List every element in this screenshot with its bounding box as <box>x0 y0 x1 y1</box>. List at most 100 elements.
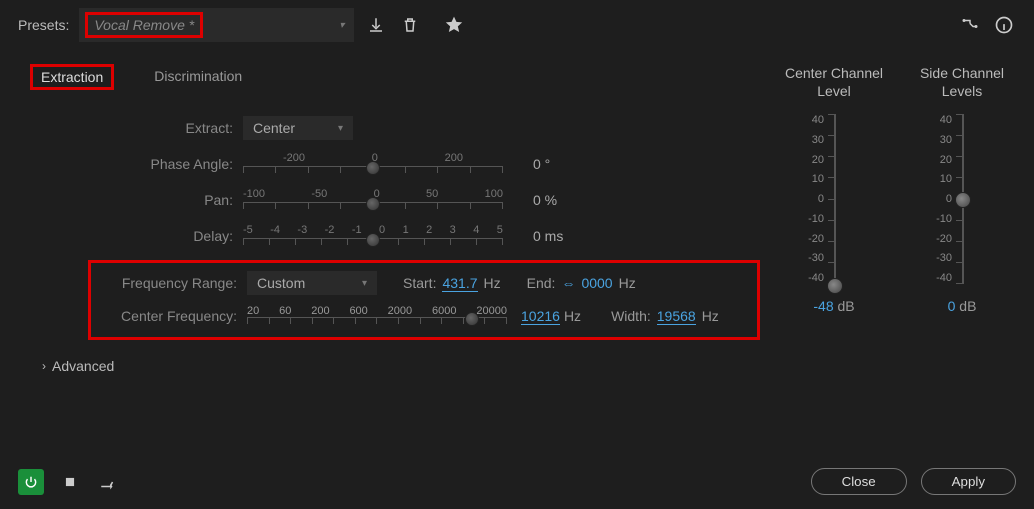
tick: -30 <box>800 252 824 264</box>
advanced-toggle[interactable]: › Advanced <box>18 340 760 392</box>
start-value[interactable]: 431.7 <box>442 275 477 292</box>
close-button[interactable]: Close <box>811 468 907 495</box>
tab-discrimination[interactable]: Discrimination <box>148 64 248 90</box>
tick: 20 <box>247 305 259 317</box>
chevron-down-icon: ▾ <box>362 278 367 289</box>
extract-dropdown[interactable]: Center ▾ <box>243 116 353 140</box>
tick: -200 <box>283 152 305 164</box>
freq-range-label: Frequency Range: <box>99 275 247 291</box>
main-area: Extraction Discrimination Extract: Cente… <box>0 54 1034 392</box>
phase-value[interactable]: 0 ° <box>533 156 603 172</box>
tick: 0 <box>928 193 952 205</box>
slider-knob[interactable] <box>366 197 380 211</box>
start-label: Start: <box>403 275 436 291</box>
extract-label: Extract: <box>18 120 243 136</box>
extract-value: Center <box>253 120 295 136</box>
preset-value: Vocal Remove * <box>85 12 203 38</box>
center-level-slider[interactable]: 40 30 20 10 0 -10 -20 -30 -40 <box>814 114 854 284</box>
center-level-title: Center Channel Level <box>780 64 888 102</box>
tick: -2 <box>325 224 335 236</box>
phase-slider[interactable]: -200 0 200 <box>243 152 503 176</box>
tick: -40 <box>928 272 952 284</box>
save-preset-icon[interactable] <box>364 13 388 37</box>
tick: -20 <box>928 233 952 245</box>
db-unit: dB <box>959 298 976 314</box>
row-center-frequency: Center Frequency: 20 60 200 600 2000 600… <box>99 305 749 327</box>
stop-preview-icon[interactable] <box>58 470 82 494</box>
topbar: Presets: Vocal Remove * ▾ <box>0 0 1034 54</box>
tab-extraction[interactable]: Extraction <box>30 64 114 90</box>
slider-knob[interactable] <box>955 192 971 208</box>
tick: 2000 <box>388 305 412 317</box>
chevron-down-icon: ▾ <box>339 20 344 31</box>
end-unit: Hz <box>619 275 636 291</box>
cf-unit: Hz <box>564 308 581 324</box>
tick: 30 <box>800 134 824 146</box>
slider-knob[interactable] <box>827 278 843 294</box>
start-unit: Hz <box>484 275 501 291</box>
delete-preset-icon[interactable] <box>398 13 422 37</box>
phase-label: Phase Angle: <box>18 156 243 172</box>
tick: 10 <box>928 173 952 185</box>
tabs: Extraction Discrimination <box>18 64 760 90</box>
slider-knob[interactable] <box>465 312 479 326</box>
tick: 3 <box>450 224 456 236</box>
row-delay: Delay: -5 -4 -3 -2 -1 0 1 2 3 4 5 <box>18 224 760 248</box>
tick: 200 <box>445 152 463 164</box>
tick: -20 <box>800 233 824 245</box>
power-button[interactable] <box>18 469 44 495</box>
tick: 40 <box>800 114 824 126</box>
tick: 0 <box>379 224 385 236</box>
left-column: Extraction Discrimination Extract: Cente… <box>18 54 780 392</box>
advanced-label: Advanced <box>52 358 114 374</box>
tick: 4 <box>473 224 479 236</box>
tick: 10 <box>800 173 824 185</box>
freq-range-value: Custom <box>257 275 305 291</box>
tick: -3 <box>297 224 307 236</box>
side-level-slider[interactable]: 40 30 20 10 0 -10 -20 -30 -40 <box>942 114 982 284</box>
slider-knob[interactable] <box>366 233 380 247</box>
tick: -1 <box>352 224 362 236</box>
tick: 20 <box>800 154 824 166</box>
tick: -40 <box>800 272 824 284</box>
width-value[interactable]: 19568 <box>657 308 696 325</box>
tick: -10 <box>800 213 824 225</box>
info-icon[interactable] <box>992 13 1016 37</box>
delay-slider[interactable]: -5 -4 -3 -2 -1 0 1 2 3 4 5 <box>243 224 503 248</box>
tick: 6000 <box>432 305 456 317</box>
end-label: End: <box>527 275 556 291</box>
favorite-icon[interactable] <box>442 13 466 37</box>
db-unit: dB <box>838 298 855 314</box>
tick: 100 <box>485 188 503 200</box>
routing-icon[interactable] <box>958 13 982 37</box>
chevron-down-icon: ▾ <box>338 123 343 134</box>
end-value[interactable]: 0000 <box>581 275 612 291</box>
center-channel-level: Center Channel Level 40 30 20 10 0 -10 -… <box>780 64 888 392</box>
cf-value[interactable]: 10216 <box>521 308 560 325</box>
row-extract: Extract: Center ▾ <box>18 116 760 140</box>
presets-dropdown[interactable]: Vocal Remove * ▾ <box>79 8 354 42</box>
db-number: -48 <box>813 298 833 314</box>
cf-slider[interactable]: 20 60 200 600 2000 6000 20000 <box>247 305 507 327</box>
loop-icon[interactable] <box>96 470 120 494</box>
apply-button[interactable]: Apply <box>921 468 1016 495</box>
delay-label: Delay: <box>18 228 243 244</box>
tick: -10 <box>928 213 952 225</box>
tick: -30 <box>928 252 952 264</box>
center-db-value[interactable]: -48 dB <box>813 298 854 314</box>
tick: -4 <box>270 224 280 236</box>
freq-range-dropdown[interactable]: Custom ▾ <box>247 271 377 295</box>
tick: 600 <box>349 305 367 317</box>
tick: 1 <box>403 224 409 236</box>
scrub-icon[interactable]: ⇔ <box>561 275 575 291</box>
tick: 30 <box>928 134 952 146</box>
tick: 200 <box>311 305 329 317</box>
side-db-value[interactable]: 0 dB <box>948 298 977 314</box>
row-phase-angle: Phase Angle: -200 0 200 0 ° <box>18 152 760 176</box>
tick: -100 <box>243 188 265 200</box>
delay-value[interactable]: 0 ms <box>533 228 603 244</box>
tick: -5 <box>243 224 253 236</box>
pan-slider[interactable]: -100 -50 0 50 100 <box>243 188 503 212</box>
pan-value[interactable]: 0 % <box>533 192 603 208</box>
slider-knob[interactable] <box>366 161 380 175</box>
